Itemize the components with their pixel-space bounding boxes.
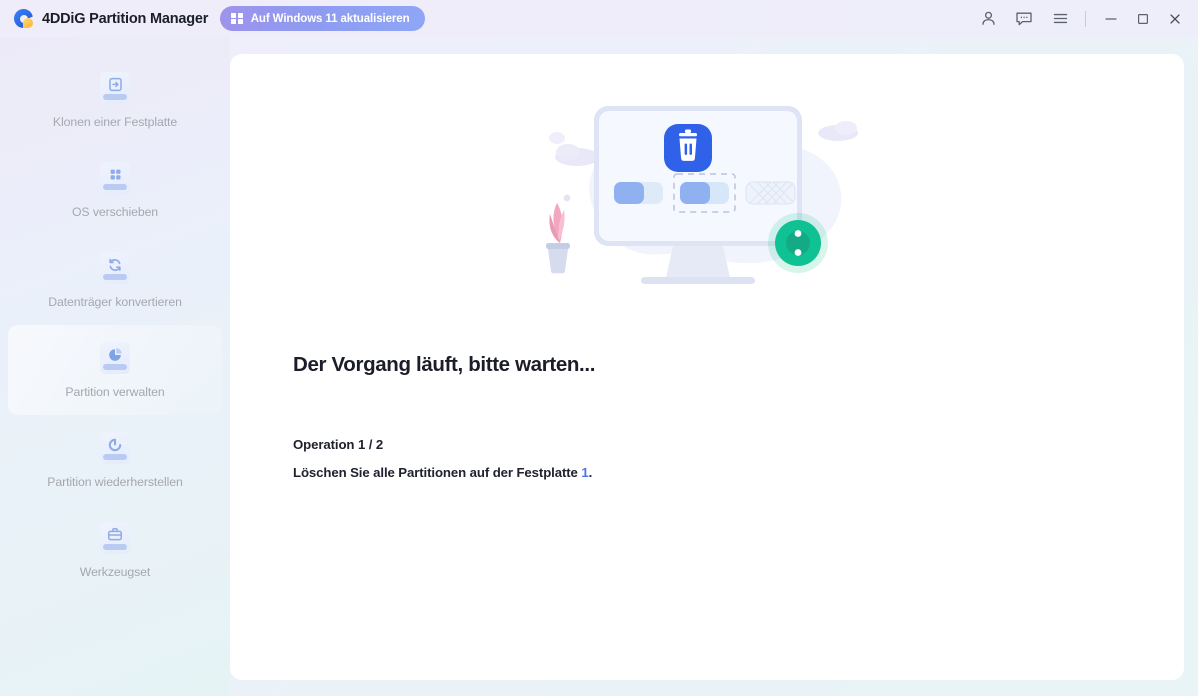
sidebar-item-label: Werkzeugset <box>79 564 151 579</box>
status-text-block: Der Vorgang läuft, bitte warten... Opera… <box>230 353 1184 480</box>
titlebar-divider <box>1085 10 1086 27</box>
sidebar-item-label: Partition verwalten <box>65 384 165 399</box>
operation-counter: Operation 1 / 2 <box>293 437 384 452</box>
sidebar-item-migrate-os[interactable]: OS verschieben <box>8 145 222 235</box>
app-title: 4DDiG Partition Manager <box>42 10 209 27</box>
sidebar-item-recover-partition[interactable]: Partition wiederherstellen <box>8 415 222 505</box>
sidebar-item-label: Klonen einer Festplatte <box>52 114 178 129</box>
sidebar-item-label: Datenträger konvertieren <box>48 294 182 309</box>
operation-detail-prefix: Löschen Sie alle Partitionen auf der Fes… <box>293 465 582 480</box>
windows-logo-icon <box>231 12 243 25</box>
recover-partition-icon <box>100 431 130 464</box>
operation-detail-disk-number: 1 <box>581 465 589 480</box>
upgrade-to-windows-11-button[interactable]: Auf Windows 11 aktualisieren <box>220 6 425 31</box>
sidebar-item-clone-disk[interactable]: Klonen einer Festplatte <box>8 55 222 145</box>
sidebar-item-label: Partition wiederherstellen <box>47 474 183 489</box>
convert-disk-icon <box>100 251 130 284</box>
sidebar: Klonen einer Festplatte OS verschieben D… <box>0 37 230 696</box>
sidebar-item-convert-disk[interactable]: Datenträger konvertieren <box>8 235 222 325</box>
titlebar-actions <box>970 0 1198 37</box>
clone-disk-icon <box>100 71 130 104</box>
sidebar-item-toolkit[interactable]: Werkzeugset <box>8 505 222 595</box>
illustration-container <box>230 54 1184 306</box>
brand: 4DDiG Partition Manager <box>14 9 208 28</box>
operation-detail: Löschen Sie alle Partitionen auf der Fes… <box>293 465 1184 480</box>
menu-icon[interactable] <box>1042 0 1078 37</box>
migrate-os-icon <box>100 161 130 194</box>
maximize-button[interactable] <box>1127 0 1159 37</box>
deleting-partitions-illustration <box>546 106 858 284</box>
operation-detail-suffix: . <box>588 465 593 480</box>
sidebar-item-label: OS verschieben <box>71 204 159 219</box>
toolkit-icon <box>100 521 130 554</box>
manage-partition-icon <box>100 341 130 374</box>
title-bar: 4DDiG Partition Manager Auf Windows 11 a… <box>0 0 1198 37</box>
minimize-button[interactable] <box>1095 0 1127 37</box>
4ddig-logo-icon <box>14 9 34 28</box>
account-icon[interactable] <box>970 0 1006 37</box>
feedback-icon[interactable] <box>1006 0 1042 37</box>
main-content-panel: Der Vorgang läuft, bitte warten... Opera… <box>230 54 1184 680</box>
upgrade-button-label: Auf Windows 11 aktualisieren <box>250 12 410 25</box>
page-title: Der Vorgang läuft, bitte warten... <box>293 353 596 376</box>
sidebar-item-manage-partition[interactable]: Partition verwalten <box>8 325 222 415</box>
close-button[interactable] <box>1159 0 1191 37</box>
